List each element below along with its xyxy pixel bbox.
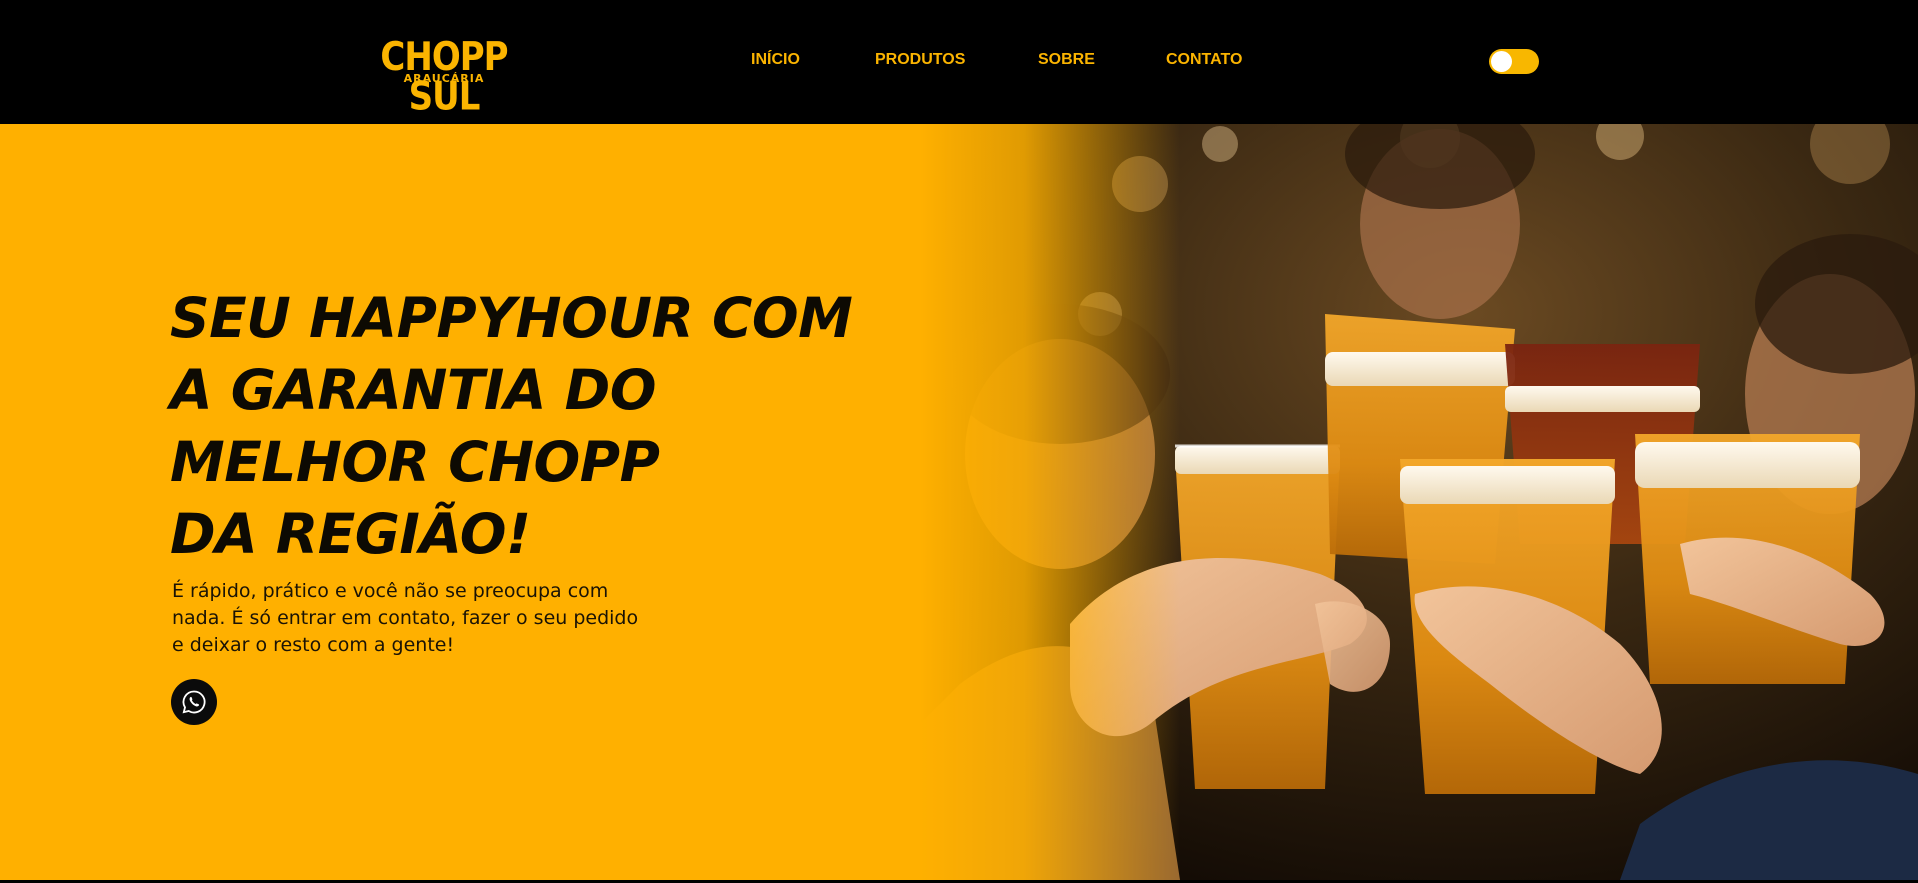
whatsapp-icon [182,690,206,714]
photo-fade-overlay [920,124,1180,880]
brand-logo[interactable]: CHOPP SUL ARAUCÁRIA [356,38,532,116]
subtitle-line: e deixar o resto com a gente! [172,634,455,656]
nav-item-inicio[interactable]: INÍCIO [751,51,800,69]
hero-section: SEU HAPPYHOUR COM A GARANTIA DO MELHOR C… [0,124,1918,880]
subtitle-line: É rápido, prático e você não se preocupa… [172,580,609,602]
headline-line: MELHOR CHOPP [170,430,660,494]
toggle-knob [1491,51,1512,72]
theme-toggle[interactable] [1489,49,1539,74]
headline-line: DA REGIÃO! [170,502,531,566]
nav-item-contato[interactable]: CONTATO [1166,51,1242,69]
nav-item-produtos[interactable]: PRODUTOS [875,51,965,69]
subtitle-line: nada. É só entrar em contato, fazer o se… [172,607,639,629]
hero-subtitle: É rápido, prático e você não se preocupa… [172,578,692,659]
headline-line: A GARANTIA DO [170,358,656,422]
site-header: CHOPP SUL ARAUCÁRIA INÍCIO PRODUTOS SOBR… [0,0,1918,124]
hero-headline: SEU HAPPYHOUR COM A GARANTIA DO MELHOR C… [170,282,890,570]
headline-line: SEU HAPPYHOUR COM [170,286,853,350]
nav-item-sobre[interactable]: SOBRE [1038,51,1095,69]
whatsapp-button[interactable] [171,679,217,725]
brand-location: ARAUCÁRIA [403,72,485,85]
beer-toast-photo [920,124,1918,880]
